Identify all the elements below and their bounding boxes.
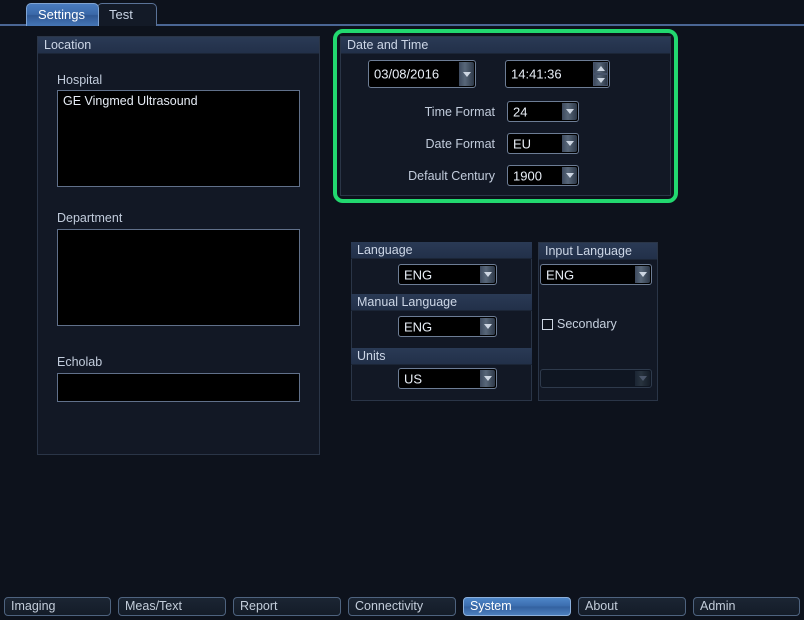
settings-window: Settings Test Location Hospital GE Vingm… xyxy=(0,0,804,620)
chevron-down-icon[interactable] xyxy=(480,318,495,335)
manual-language-panel-title: Manual Language xyxy=(351,294,532,311)
hospital-label: Hospital xyxy=(57,73,103,87)
secondary-checkbox[interactable] xyxy=(542,318,553,330)
department-label: Department xyxy=(57,211,123,225)
date-format-label: Date Format xyxy=(425,137,495,151)
date-format-select[interactable]: EU xyxy=(507,133,579,154)
units-value: US xyxy=(404,371,423,386)
default-century-label: Default Century xyxy=(408,169,495,183)
time-field[interactable]: 14:41:36 xyxy=(505,60,610,88)
language-group: Language xyxy=(351,242,532,260)
department-input[interactable] xyxy=(57,229,300,326)
echolab-label: Echolab xyxy=(57,355,103,369)
chevron-down-icon[interactable] xyxy=(480,266,495,283)
bottom-tab-bar: Imaging Meas/Text Report Connectivity Sy… xyxy=(0,596,804,620)
date-time-panel-title: Date and Time xyxy=(341,37,670,54)
manual-language-group: Manual Language xyxy=(351,294,532,312)
bottom-tab-imaging[interactable]: Imaging xyxy=(4,597,111,616)
chevron-down-icon[interactable] xyxy=(562,135,577,152)
bottom-tab-report[interactable]: Report xyxy=(233,597,341,616)
manual-language-value: ENG xyxy=(404,319,433,334)
location-panel-title: Location xyxy=(38,37,319,54)
time-format-label: Time Format xyxy=(424,105,495,119)
time-format-select[interactable]: 24 xyxy=(507,101,579,122)
chevron-down-icon[interactable] xyxy=(562,167,577,184)
top-tab-strip: Settings Test xyxy=(0,0,804,26)
bottom-tab-admin[interactable]: Admin xyxy=(693,597,800,616)
input-language-value: ENG xyxy=(546,267,575,282)
chevron-down-icon[interactable] xyxy=(459,62,474,86)
date-value: 03/08/2016 xyxy=(374,66,440,82)
chevron-down-icon[interactable] xyxy=(562,103,577,120)
tab-test[interactable]: Test xyxy=(97,3,157,26)
time-value: 14:41:36 xyxy=(511,66,562,82)
bottom-tab-about[interactable]: About xyxy=(578,597,686,616)
input-language-panel-title: Input Language xyxy=(539,243,657,260)
units-select[interactable]: US xyxy=(398,368,497,389)
secondary-label: Secondary xyxy=(557,317,617,331)
bottom-tab-meas-text[interactable]: Meas/Text xyxy=(118,597,226,616)
chevron-up-icon[interactable] xyxy=(593,62,608,74)
chevron-down-icon[interactable] xyxy=(635,371,650,386)
chevron-down-icon[interactable] xyxy=(593,74,608,86)
echolab-input[interactable] xyxy=(57,373,300,402)
language-select[interactable]: ENG xyxy=(398,264,497,285)
secondary-checkbox-row[interactable]: Secondary xyxy=(542,317,617,331)
bottom-tab-connectivity[interactable]: Connectivity xyxy=(348,597,456,616)
units-panel-title: Units xyxy=(351,348,532,365)
time-spinner[interactable] xyxy=(593,62,608,86)
default-century-value: 1900 xyxy=(513,168,542,183)
language-value: ENG xyxy=(404,267,433,282)
date-field[interactable]: 03/08/2016 xyxy=(368,60,476,88)
input-language-select[interactable]: ENG xyxy=(540,264,652,285)
units-group: Units xyxy=(351,348,532,366)
date-format-value: EU xyxy=(513,136,532,151)
chevron-down-icon[interactable] xyxy=(480,370,495,387)
tab-settings[interactable]: Settings xyxy=(26,3,99,26)
hospital-input[interactable]: GE Vingmed Ultrasound xyxy=(57,90,300,187)
time-format-value: 24 xyxy=(513,104,528,119)
language-panel-title: Language xyxy=(351,242,532,259)
default-century-select[interactable]: 1900 xyxy=(507,165,579,186)
secondary-language-select[interactable] xyxy=(540,369,652,388)
manual-language-select[interactable]: ENG xyxy=(398,316,497,337)
bottom-tab-system[interactable]: System xyxy=(463,597,571,616)
chevron-down-icon[interactable] xyxy=(635,266,650,283)
